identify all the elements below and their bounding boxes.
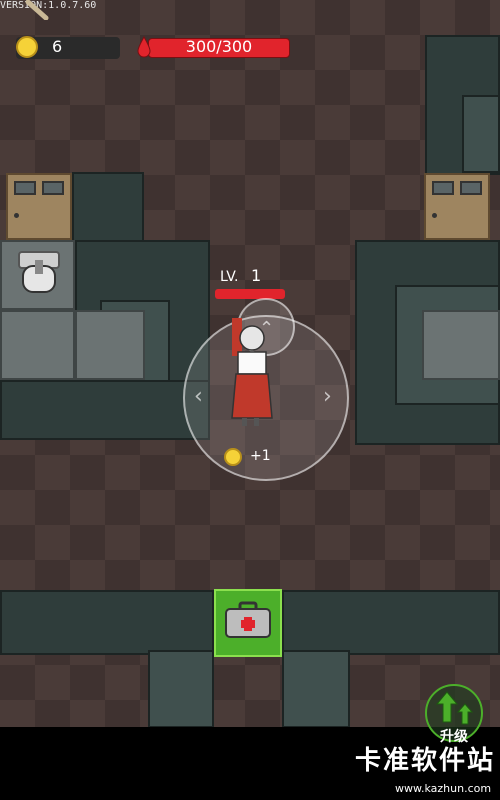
gray-floor-right (422, 310, 500, 380)
player-level: LV. 1 (220, 266, 261, 285)
upgrade-label[interactable]: 升级 (425, 726, 483, 746)
level-number: 1 (250, 266, 262, 285)
gray-floor-left-2 (0, 310, 75, 380)
door-left-window-2 (42, 181, 64, 195)
player-level-bar (215, 289, 285, 299)
wall-left-block (72, 172, 144, 244)
wall-bottom-right (282, 590, 500, 655)
door-left[interactable] (6, 173, 72, 240)
door-right[interactable] (424, 173, 490, 240)
door-right-knob (432, 213, 437, 218)
coin-count: 6 (52, 37, 63, 56)
wall-top-right-inner (462, 95, 500, 173)
door-left-knob (14, 213, 19, 218)
coin-gain-text: +1 (250, 448, 271, 464)
stick-icon (25, 0, 49, 20)
wall-bottom-left (0, 590, 214, 655)
arrow-left-icon[interactable]: ‹ (194, 384, 203, 409)
door-left-window-1 (14, 181, 36, 195)
door-right-window-2 (460, 181, 482, 195)
game-stage[interactable]: VERSION:1.0.7.60 6 300/300 LV. 1 ‹ › ⌃ +… (0, 0, 500, 800)
coin-icon (16, 36, 38, 58)
character-girl (231, 318, 273, 426)
arrow-right-icon[interactable]: › (323, 384, 332, 409)
coin-gain-icon (224, 448, 242, 466)
watermark-url: www.kazhun.com (395, 782, 492, 795)
wall-bottom-left-inner (148, 650, 214, 728)
wall-bottom-right-inner (282, 650, 350, 728)
pot-icon[interactable] (15, 248, 63, 300)
wall-left-lower (0, 380, 210, 440)
door-right-window-1 (432, 181, 454, 195)
level-prefix: LV. (220, 269, 239, 285)
hp-value: 300/300 (185, 37, 253, 56)
gray-floor-left-3 (75, 310, 145, 380)
medkit-icon[interactable] (224, 601, 272, 639)
upgrade-arrows-icon (435, 691, 474, 725)
